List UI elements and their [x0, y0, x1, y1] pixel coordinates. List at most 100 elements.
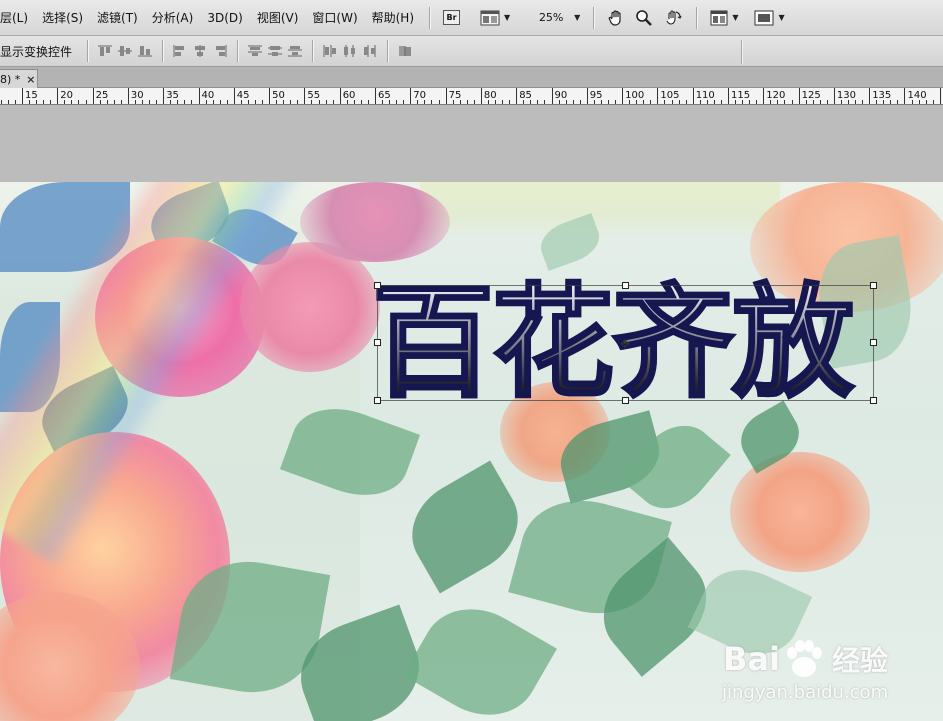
ruler-label: 120 [766, 90, 785, 101]
ruler-label: 125 [802, 90, 821, 101]
ruler-label: 100 [625, 90, 644, 101]
workspace-layout-icon [710, 10, 728, 26]
options-separator [387, 40, 389, 62]
ruler-label: 20 [60, 90, 73, 101]
ruler-label: 30 [131, 90, 144, 101]
distribute-horizontal-centers-icon [342, 44, 358, 58]
photo-grass [420, 182, 780, 240]
ruler-label: 80 [484, 90, 497, 101]
screen-mode-button[interactable]: ▼ [749, 5, 789, 31]
zoom-tool-icon [635, 9, 653, 27]
hand-tool-icon [607, 9, 625, 27]
menu-bar: 层(L) 选择(S) 滤镜(T) 分析(A) 3D(D) 视图(V) 窗口(W)… [0, 0, 943, 36]
menu-select[interactable]: 选择(S) [35, 0, 90, 36]
ruler-label: 50 [272, 90, 285, 101]
distribute-left-button[interactable] [321, 42, 339, 60]
show-transform-controls-option[interactable]: 显示变换控件 [0, 43, 72, 60]
align-right-edges-button[interactable] [211, 42, 229, 60]
transform-handle-bottom-center[interactable] [622, 397, 629, 404]
zoom-tool-button[interactable] [630, 5, 658, 31]
options-bar: 显示变换控件 [0, 36, 943, 67]
distribute-horizontal-centers-button[interactable] [341, 42, 359, 60]
horizontal-ruler[interactable]: 15 20 25 30 35 40 45 50 55 60 65 70 75 80 85 90 95 100 105… [0, 88, 943, 105]
document-tab[interactable]: 8) * × [0, 69, 38, 88]
screen-mode-icon [754, 10, 774, 26]
zoom-level-select[interactable]: 25% ▼ [527, 5, 585, 31]
transform-handle-middle-right[interactable] [870, 339, 877, 346]
ruler-label: 75 [449, 90, 462, 101]
ruler-label: 140 [908, 90, 927, 101]
arrange-documents-button[interactable]: ▼ [475, 5, 515, 31]
ruler-label: 135 [872, 90, 891, 101]
hand-tool-button[interactable] [602, 5, 630, 31]
menu-filter[interactable]: 滤镜(T) [90, 0, 145, 36]
ruler-label: 65 [378, 90, 391, 101]
transform-handle-bottom-right[interactable] [870, 397, 877, 404]
chevron-down-icon: ▼ [732, 13, 739, 22]
align-top-edges-icon [97, 44, 113, 58]
distribute-left-icon [322, 44, 338, 58]
chevron-down-icon: ▼ [778, 13, 785, 22]
options-separator [237, 40, 239, 62]
options-separator [741, 40, 742, 64]
photo-rose [730, 452, 870, 572]
reference-point-icon[interactable]: ✥ [620, 337, 630, 351]
ruler-ticks: 15 20 25 30 35 40 45 50 55 60 65 70 75 80 85 90 95 100 105… [1, 88, 941, 104]
transform-handle-middle-left[interactable] [374, 339, 381, 346]
bridge-icon: Br [443, 10, 461, 25]
ruler-label: 95 [590, 90, 603, 101]
ruler-label: 45 [237, 90, 250, 101]
transform-handle-top-right[interactable] [870, 282, 877, 289]
align-vertical-centers-icon [117, 44, 133, 58]
ruler-label: 110 [696, 90, 715, 101]
align-bottom-edges-icon [137, 44, 153, 58]
show-transform-controls-label: 显示变换控件 [0, 44, 73, 59]
rotate-view-button[interactable] [658, 5, 688, 31]
zoom-level-value: 25% [538, 11, 564, 24]
ruler-label: 25 [96, 90, 109, 101]
launch-bridge-button[interactable]: Br [438, 5, 465, 31]
ruler-label: 60 [343, 90, 356, 101]
ruler-label: 55 [307, 90, 320, 101]
ruler-label: 40 [202, 90, 215, 101]
menu-layer[interactable]: 层(L) [0, 0, 35, 36]
align-horizontal-centers-button[interactable] [191, 42, 209, 60]
menu-separator [593, 6, 595, 29]
options-separator [87, 40, 89, 62]
menu-3d[interactable]: 3D(D) [200, 0, 249, 36]
ruler-label: 115 [731, 90, 750, 101]
ruler-label: 85 [519, 90, 532, 101]
auto-align-layers-button[interactable] [396, 42, 414, 60]
distribute-vertical-centers-button[interactable] [266, 42, 284, 60]
ruler-label: 90 [555, 90, 568, 101]
menu-view[interactable]: 视图(V) [250, 0, 306, 36]
distribute-top-button[interactable] [246, 42, 264, 60]
distribute-right-button[interactable] [361, 42, 379, 60]
distribute-bottom-button[interactable] [286, 42, 304, 60]
options-separator [312, 40, 314, 62]
watermark-url: jingyan.baidu.com [722, 682, 889, 703]
distribute-vertical-centers-icon [267, 44, 283, 58]
transform-handle-top-center[interactable] [622, 282, 629, 289]
align-top-edges-button[interactable] [96, 42, 114, 60]
chevron-down-icon: ▼ [504, 13, 511, 22]
ruler-label: 105 [660, 90, 679, 101]
transform-handle-bottom-left[interactable] [374, 397, 381, 404]
baidu-paw-icon [782, 637, 826, 681]
align-vertical-centers-button[interactable] [116, 42, 134, 60]
align-left-edges-icon [172, 44, 188, 58]
close-icon[interactable]: × [26, 73, 35, 86]
menu-analysis[interactable]: 分析(A) [145, 0, 201, 36]
menu-window[interactable]: 窗口(W) [305, 0, 364, 36]
ruler-label: 130 [837, 90, 856, 101]
chevron-down-icon: ▼ [574, 13, 581, 22]
align-bottom-edges-button[interactable] [136, 42, 154, 60]
document-tab-label: 8) * [0, 72, 21, 86]
menu-separator [429, 6, 431, 29]
workspace-layout-button[interactable]: ▼ [705, 5, 743, 31]
document-canvas[interactable]: 百花齐放 ✥ Bai 经验 jingyan.baidu.com [0, 182, 943, 721]
menu-help[interactable]: 帮助(H) [365, 0, 421, 36]
watermark-logo-right: 经验 [831, 644, 888, 677]
align-left-edges-button[interactable] [171, 42, 189, 60]
transform-handle-top-left[interactable] [374, 282, 381, 289]
